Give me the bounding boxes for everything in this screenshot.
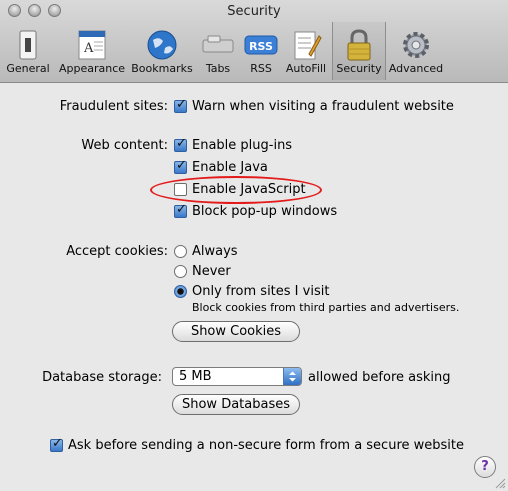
database-storage-label: Database storage: [42,370,162,385]
gear-icon [403,32,429,58]
cookies-note: Block cookies from third parties and adv… [192,301,460,314]
appearance-icon: A [78,30,106,60]
enable-plugins-checkbox[interactable] [174,136,187,152]
toolbar-item-security[interactable]: Security [332,22,386,80]
enable-plugins-label: Enable plug-ins [192,138,293,153]
toolbar-item-advanced[interactable]: Advanced [386,22,446,80]
warn-fraudulent-checkbox[interactable] [174,97,187,113]
toolbar-label-autofill: AutoFill [285,62,327,75]
toolbar-item-rss[interactable]: RSS RSS [242,22,280,80]
enable-java-label: Enable Java [192,160,268,175]
toolbar-label-general: General [6,62,50,75]
toolbar-label-bookmarks: Bookmarks [131,62,193,75]
ask-nonsecure-form-checkbox[interactable] [50,436,63,452]
cookies-always-label: Always [192,244,238,259]
database-storage-select[interactable]: 5 MB [172,367,302,386]
cookies-always-radio[interactable] [174,245,187,258]
switch-icon [19,30,37,60]
toolbar-label-advanced: Advanced [388,62,444,75]
cookies-only-visited-radio[interactable] [174,285,187,298]
titlebar: Security General A Appearance Bookmarks … [0,0,508,83]
help-button[interactable]: ? [474,456,496,478]
autofill-icon [294,31,322,60]
toolbar-label-tabs: Tabs [205,62,231,75]
window-title: Security [227,4,281,19]
toolbar-item-appearance[interactable]: A Appearance [56,22,128,80]
cookies-never-radio[interactable] [174,265,187,278]
stepper-arrows-icon [283,368,301,385]
database-storage-suffix: allowed before asking [308,370,451,385]
show-cookies-button[interactable]: Show Cookies [172,321,300,342]
ask-nonsecure-form-label: Ask before sending a non-secure form fro… [68,438,464,453]
warn-fraudulent-label: Warn when visiting a fraudulent website [192,99,454,114]
accept-cookies-label: Accept cookies: [66,244,168,259]
block-popups-checkbox[interactable] [174,202,187,218]
rss-icon: RSS [244,35,278,55]
fraudulent-sites-label: Fraudulent sites: [59,99,168,114]
lock-icon [347,29,371,61]
block-popups-label: Block pop-up windows [192,204,338,219]
tabs-icon [202,35,234,53]
resize-grip-icon[interactable] [494,477,506,489]
toolbar-label-rss: RSS [250,62,272,75]
toolbar-label-appearance: Appearance [58,62,126,75]
cookies-never-label: Never [192,264,231,279]
web-content-label: Web content: [81,138,168,153]
toolbar-item-tabs[interactable]: Tabs [196,22,240,80]
toolbar-label-security: Security [336,62,382,75]
svg-text:A: A [83,41,94,56]
security-preferences-window: Security General A Appearance Bookmarks … [0,0,508,491]
show-databases-button[interactable]: Show Databases [172,394,300,415]
database-storage-value: 5 MB [179,369,212,384]
toolbar-item-autofill[interactable]: AutoFill [282,22,330,80]
globe-icon [147,30,177,60]
toolbar-item-bookmarks[interactable]: Bookmarks [130,22,194,80]
enable-java-checkbox[interactable] [174,158,187,174]
cookies-only-visited-label: Only from sites I visit [192,284,330,299]
svg-text:RSS: RSS [249,40,273,53]
highlight-ellipse [150,176,322,204]
toolbar-item-general[interactable]: General [4,22,52,80]
